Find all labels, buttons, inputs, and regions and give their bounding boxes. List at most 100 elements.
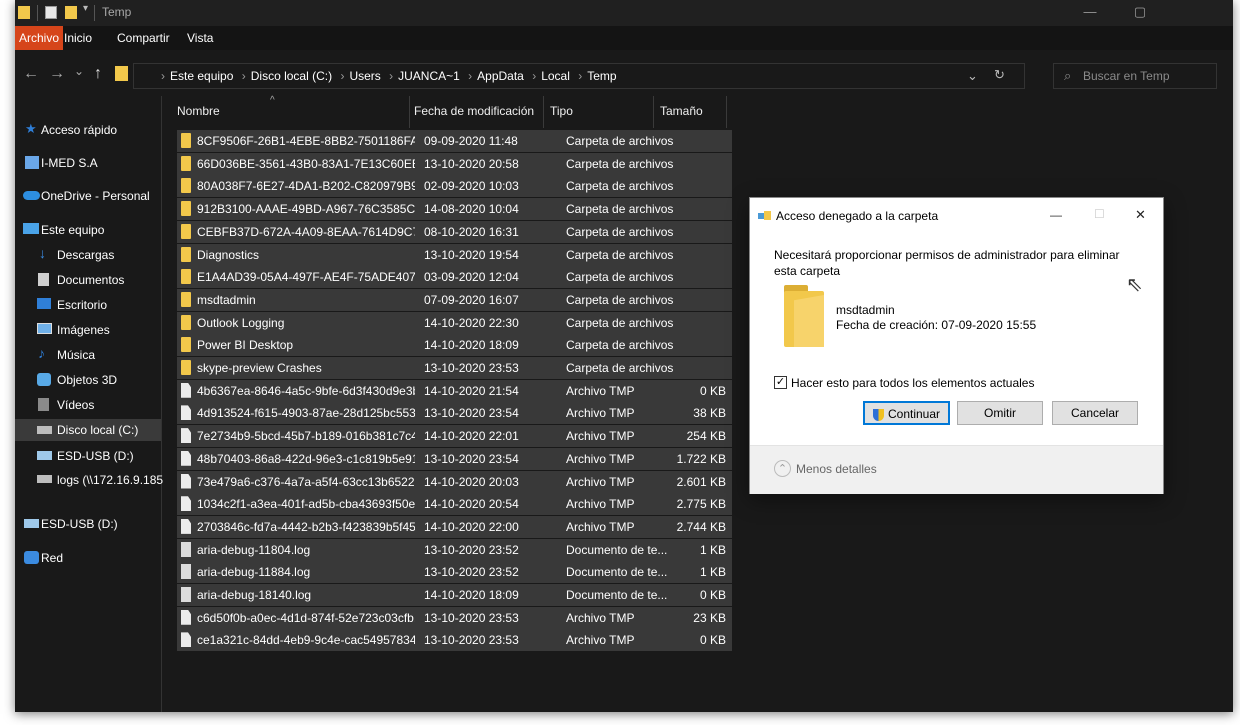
table-row[interactable]: aria-debug-11884.log 13-10-2020 23:52 Docu… xyxy=(177,561,732,584)
table-row[interactable]: c6d50f0b-a0ec-4d1d-874f-52e723c03cfb....… xyxy=(177,606,732,629)
breadcrumb-item[interactable]: Temp xyxy=(587,69,616,83)
file-name: 4d913524-f615-4903-87ae-28d125bc5533.... xyxy=(197,406,415,421)
table-row[interactable]: 66D036BE-3561-43B0-83A1-7E13C60EBB4C 13-1… xyxy=(177,152,732,175)
tab-compartir[interactable]: Compartir xyxy=(117,31,170,45)
column-header-type[interactable]: Tipo xyxy=(544,96,654,128)
properties-icon[interactable] xyxy=(45,6,57,19)
table-row[interactable]: 8CF9506F-26B1-4EBE-8BB2-7501186FAC91 09-0… xyxy=(177,130,732,152)
table-row[interactable]: 4b6367ea-8646-4a5c-9bfe-6d3f430d9e3b....… xyxy=(177,379,732,402)
recent-locations-button[interactable]: ⌄ xyxy=(74,64,84,78)
file-size: 0 KB xyxy=(699,383,726,398)
file-name: 912B3100-AAAE-49BD-A967-76C3585C5... xyxy=(197,202,415,217)
divider xyxy=(37,5,38,21)
network-icon xyxy=(24,551,39,564)
sidebar-item-videos[interactable]: Vídeos xyxy=(15,394,161,416)
table-row[interactable]: Outlook Logging 14-10-2020 22:30 Carpeta d… xyxy=(177,311,732,334)
breadcrumb-item[interactable]: Disco local (C:) xyxy=(251,69,332,83)
sidebar-item-descargas[interactable]: ↓ Descargas xyxy=(15,244,161,266)
file-type: Archivo TMP xyxy=(566,633,635,648)
sidebar-item-documentos[interactable]: Documentos xyxy=(15,269,161,291)
search-input[interactable]: ⌕ Buscar en Temp xyxy=(1053,63,1217,89)
file-type: Archivo TMP xyxy=(566,451,635,466)
minimize-button[interactable]: — xyxy=(1075,3,1105,23)
sidebar-item-imed[interactable]: I-MED S.A xyxy=(15,152,161,174)
tab-vista[interactable]: Vista xyxy=(187,31,213,45)
file-icon xyxy=(181,632,191,648)
table-row[interactable]: Diagnostics 13-10-2020 19:54 Carpeta de ar… xyxy=(177,243,732,266)
file-type: Archivo TMP xyxy=(566,383,635,398)
table-row[interactable]: 4d913524-f615-4903-87ae-28d125bc5533....… xyxy=(177,402,732,425)
table-row[interactable]: msdtadmin 07-09-2020 16:07 Carpeta de arch… xyxy=(177,288,732,311)
item-name: msdtadmin xyxy=(836,303,895,317)
breadcrumb-item[interactable]: Users xyxy=(349,69,380,83)
breadcrumb-item[interactable]: Este equipo xyxy=(170,69,233,83)
table-row[interactable]: 2703846c-fd7a-4442-b2b3-f423839b5f45.t..… xyxy=(177,515,732,538)
dialog-footer: ⌃ Menos detalles xyxy=(750,445,1163,494)
folder-icon xyxy=(181,246,191,262)
file-name: 1034c2f1-a3ea-401f-ad5b-cba43693f50e.t..… xyxy=(197,497,415,512)
table-row[interactable]: aria-debug-11804.log 13-10-2020 23:52 Docu… xyxy=(177,538,732,561)
forward-button[interactable]: → xyxy=(49,65,65,83)
breadcrumb-item[interactable]: JUANCA~1 xyxy=(398,69,460,83)
sidebar-item-label: Este equipo xyxy=(41,223,105,237)
back-button[interactable]: ← xyxy=(23,65,39,83)
sidebar-item-esd-usb[interactable]: ESD-USB (D:) xyxy=(15,445,161,467)
file-type: Carpeta de archivos xyxy=(566,134,674,148)
minimize-button[interactable]: — xyxy=(1050,208,1062,222)
close-button[interactable]: ✕ xyxy=(1135,207,1146,223)
sidebar-item-acceso-rapido[interactable]: ★ Acceso rápido xyxy=(15,119,161,141)
maximize-button[interactable]: ▢ xyxy=(1125,3,1155,23)
tab-archivo[interactable]: Archivo xyxy=(15,26,64,50)
refresh-icon[interactable]: ↻ xyxy=(994,67,1005,83)
table-row[interactable]: skype-preview Crashes 13-10-2020 23:53 Car… xyxy=(177,357,732,379)
sidebar-item-escritorio[interactable]: Escritorio xyxy=(15,294,161,316)
up-button[interactable]: ↑ xyxy=(94,65,102,83)
sidebar-item-musica[interactable]: ♪ Música xyxy=(15,344,161,366)
new-folder-icon[interactable] xyxy=(65,6,77,19)
column-header-name[interactable]: ^ Nombre xyxy=(162,95,410,128)
folder-icon xyxy=(181,201,191,217)
address-bar[interactable]: › Este equipo › Disco local (C:) › Users › J… xyxy=(133,63,1025,89)
column-header-size[interactable]: Tamaño xyxy=(654,96,727,128)
continue-button[interactable]: Continuar xyxy=(863,401,950,425)
sidebar-item-objetos-3d[interactable]: Objetos 3D xyxy=(15,369,161,391)
breadcrumb-item[interactable]: Local xyxy=(541,69,570,83)
table-row[interactable]: 80A038F7-6E27-4DA1-B202-C820979B9115 02-0… xyxy=(177,175,732,198)
sidebar-item-onedrive[interactable]: OneDrive - Personal xyxy=(15,185,161,207)
collapse-chevron-icon[interactable]: ⌃ xyxy=(774,460,791,477)
table-row[interactable]: E1A4AD39-05A4-497F-AE4F-75ADE4071A... 03-… xyxy=(177,266,732,289)
address-dropdown-icon[interactable]: ⌄ xyxy=(967,68,978,84)
customize-toolbar-icon[interactable]: ▾ xyxy=(83,3,88,14)
sidebar-item-imagenes[interactable]: Imágenes xyxy=(15,319,161,341)
table-row[interactable]: 73e479a6-c376-4a7a-a5f4-63cc13b65229....… xyxy=(177,470,732,493)
table-row[interactable]: 1034c2f1-a3ea-401f-ad5b-cba43693f50e.t..… xyxy=(177,493,732,516)
sidebar-item-label: Red xyxy=(41,551,64,565)
file-size: 38 KB xyxy=(693,406,726,421)
apply-to-all-checkbox[interactable]: ✓ xyxy=(774,376,787,389)
file-name: aria-debug-18140.log xyxy=(197,588,312,602)
table-row[interactable]: CEBFB37D-672A-4A09-8EAA-7614D9C7C... 08-1… xyxy=(177,220,732,243)
table-row[interactable]: 912B3100-AAAE-49BD-A967-76C3585C5... 14-0… xyxy=(177,198,732,221)
sidebar-item-disco-local[interactable]: Disco local (C:) xyxy=(15,419,161,441)
file-name: 48b70403-86a8-422d-96e3-c1c819b5e91e... xyxy=(197,451,415,466)
file-icon xyxy=(181,518,191,534)
item-date: Fecha de creación: 07-09-2020 15:55 xyxy=(836,318,1037,332)
file-size: 1 KB xyxy=(699,565,726,580)
column-header-date[interactable]: Fecha de modificación xyxy=(410,96,544,128)
less-details-link[interactable]: Menos detalles xyxy=(796,462,877,476)
table-row[interactable]: aria-debug-18140.log 14-10-2020 18:09 Docu… xyxy=(177,584,732,606)
table-row[interactable]: ce1a321c-84dd-4eb9-9c4e-cac54957834f....… xyxy=(177,629,732,652)
sidebar-item-esd-usb-root[interactable]: ESD-USB (D:) xyxy=(15,513,161,535)
tab-inicio[interactable]: Inicio xyxy=(64,31,92,45)
table-row[interactable]: Power BI Desktop 14-10-2020 18:09 Carpeta … xyxy=(177,334,732,357)
file-type: Carpeta de archivos xyxy=(566,361,674,375)
table-row[interactable]: 7e2734b9-5bcd-45b7-b189-016b381c7c4... 14… xyxy=(177,425,732,448)
cancel-button[interactable]: Cancelar xyxy=(1052,401,1138,425)
table-row[interactable]: 48b70403-86a8-422d-96e3-c1c819b5e91e... 1… xyxy=(177,447,732,470)
breadcrumb-item[interactable]: AppData xyxy=(477,69,524,83)
sidebar-item-red[interactable]: Red xyxy=(15,547,161,569)
sidebar-item-este-equipo[interactable]: Este equipo xyxy=(15,219,161,241)
sidebar-item-logs[interactable]: logs (\\172.16.9.185 xyxy=(15,469,163,491)
sidebar-item-label: I-MED S.A xyxy=(41,156,98,170)
skip-button[interactable]: Omitir xyxy=(957,401,1043,425)
